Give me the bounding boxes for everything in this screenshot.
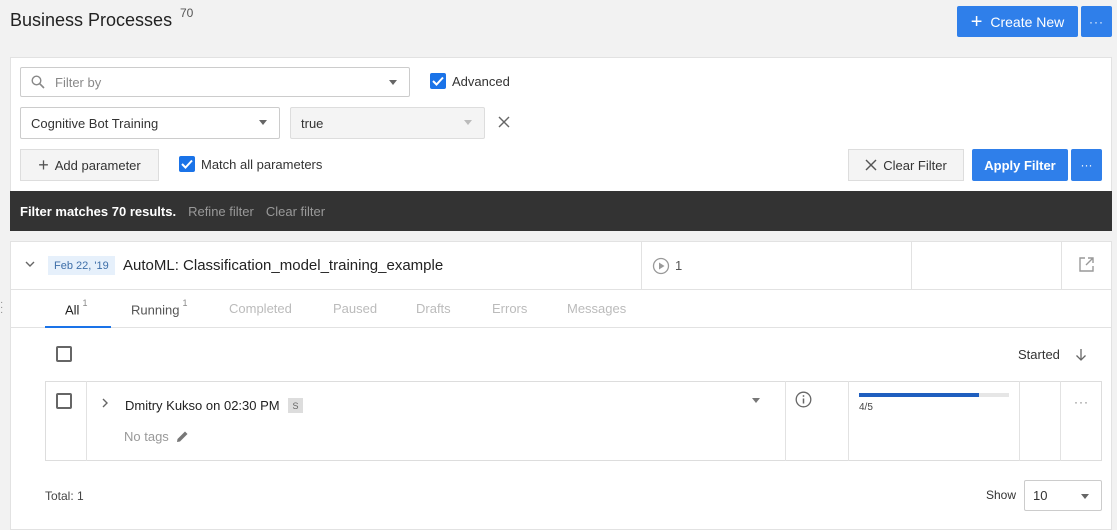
- chevron-down-icon: [1081, 494, 1089, 499]
- add-parameter-label: Add parameter: [54, 157, 141, 173]
- tab-label: Completed: [229, 301, 292, 316]
- remove-parameter-icon[interactable]: [496, 114, 512, 130]
- tab-completed[interactable]: Completed: [229, 301, 292, 316]
- process-title[interactable]: AutoML: Classification_model_training_ex…: [123, 257, 443, 274]
- row-more-button[interactable]: ···: [1074, 395, 1089, 409]
- total-count: Total: 1: [45, 489, 84, 503]
- add-parameter-button[interactable]: + Add parameter: [20, 149, 159, 181]
- divider: [86, 381, 87, 461]
- row-tags: No tags: [124, 429, 169, 444]
- page-size-value: 10: [1033, 488, 1048, 503]
- page-size-select[interactable]: 10: [1024, 480, 1102, 511]
- divider: [1061, 241, 1062, 290]
- apply-more-button[interactable]: ···: [1071, 149, 1102, 181]
- search-icon: [31, 75, 45, 89]
- close-icon: [865, 159, 877, 171]
- chevron-down-icon: [259, 120, 267, 125]
- check-icon: [181, 159, 193, 169]
- apply-filter-button[interactable]: Apply Filter: [972, 149, 1068, 181]
- progress-bar: [859, 393, 1009, 397]
- clear-filter-button[interactable]: Clear Filter: [848, 149, 964, 181]
- tab-label: Running: [131, 302, 180, 318]
- divider: [848, 381, 849, 461]
- filter-search-input[interactable]: Filter by: [20, 67, 410, 97]
- parameter-value-select[interactable]: true: [290, 107, 485, 139]
- open-external-icon[interactable]: [1078, 256, 1095, 273]
- divider: [1060, 381, 1061, 461]
- parameter-value: true: [301, 115, 324, 131]
- tab-count: 1: [82, 298, 88, 308]
- tab-messages[interactable]: Messages: [567, 301, 626, 316]
- tab-count: 1: [182, 298, 188, 308]
- match-all-checkbox[interactable]: [179, 156, 195, 172]
- divider: [785, 381, 786, 461]
- filter-result-message: Filter matches 70 results.: [20, 203, 177, 219]
- tab-label: Paused: [333, 301, 378, 316]
- sort-arrow-down-icon[interactable]: [1075, 348, 1087, 361]
- chevron-right-icon[interactable]: [101, 398, 109, 408]
- divider: [641, 241, 642, 290]
- active-tab-indicator: [45, 326, 111, 328]
- clear-filter-link[interactable]: Clear filter: [266, 204, 325, 219]
- row-checkbox[interactable]: [56, 393, 72, 409]
- row-user-time: Dmitry Kukso on 02:30 PM: [125, 398, 280, 413]
- page-size-label: Show: [986, 488, 1017, 502]
- status-badge: S: [288, 398, 303, 413]
- page-title: Business Processes: [10, 10, 173, 30]
- collapse-chevron-icon[interactable]: [25, 261, 35, 267]
- select-all-checkbox[interactable]: [56, 346, 72, 362]
- tab-paused[interactable]: Paused: [333, 301, 377, 316]
- create-new-label: Create New: [990, 13, 1065, 30]
- drag-handle-icon[interactable]: · · ·: [0, 298, 3, 318]
- tab-running[interactable]: Running 1: [131, 298, 188, 318]
- divider: [1019, 381, 1020, 461]
- refine-filter-link[interactable]: Refine filter: [188, 204, 254, 219]
- check-icon: [432, 76, 444, 86]
- create-new-button[interactable]: + Create New: [957, 6, 1078, 37]
- tab-errors[interactable]: Errors: [492, 301, 527, 316]
- run-count: 1: [675, 258, 683, 273]
- info-icon[interactable]: [795, 391, 812, 408]
- parameter-select-value: Cognitive Bot Training: [31, 115, 159, 131]
- divider: [911, 241, 912, 290]
- sort-started-label[interactable]: Started: [1018, 347, 1060, 362]
- progress-fill: [859, 393, 979, 397]
- process-date-badge: Feb 22, '19: [48, 256, 115, 275]
- tab-label: All: [65, 302, 80, 318]
- tab-drafts[interactable]: Drafts: [416, 301, 451, 316]
- filter-placeholder: Filter by: [55, 74, 102, 90]
- clear-filter-label: Clear Filter: [883, 157, 947, 173]
- edit-pencil-icon[interactable]: [176, 430, 189, 443]
- match-all-label: Match all parameters: [201, 157, 323, 172]
- process-count: 70: [180, 6, 194, 20]
- advanced-label: Advanced: [452, 74, 510, 89]
- tab-label: Drafts: [416, 301, 451, 316]
- tab-label: Messages: [567, 301, 627, 316]
- progress-text: 4/5: [859, 402, 873, 413]
- plus-icon: +: [38, 155, 49, 175]
- chevron-down-icon[interactable]: [752, 398, 760, 403]
- parameter-select[interactable]: Cognitive Bot Training: [20, 107, 280, 139]
- filter-status-bar: Filter matches 70 results. Refine filter…: [10, 191, 1112, 231]
- chevron-down-icon[interactable]: [389, 80, 397, 85]
- plus-icon: +: [970, 10, 983, 33]
- tab-label: Errors: [492, 301, 528, 316]
- advanced-checkbox[interactable]: [430, 73, 446, 89]
- chevron-down-icon: [464, 120, 472, 125]
- header-more-button[interactable]: ···: [1081, 6, 1112, 37]
- play-icon: [652, 257, 670, 275]
- tab-all[interactable]: All 1: [65, 298, 88, 318]
